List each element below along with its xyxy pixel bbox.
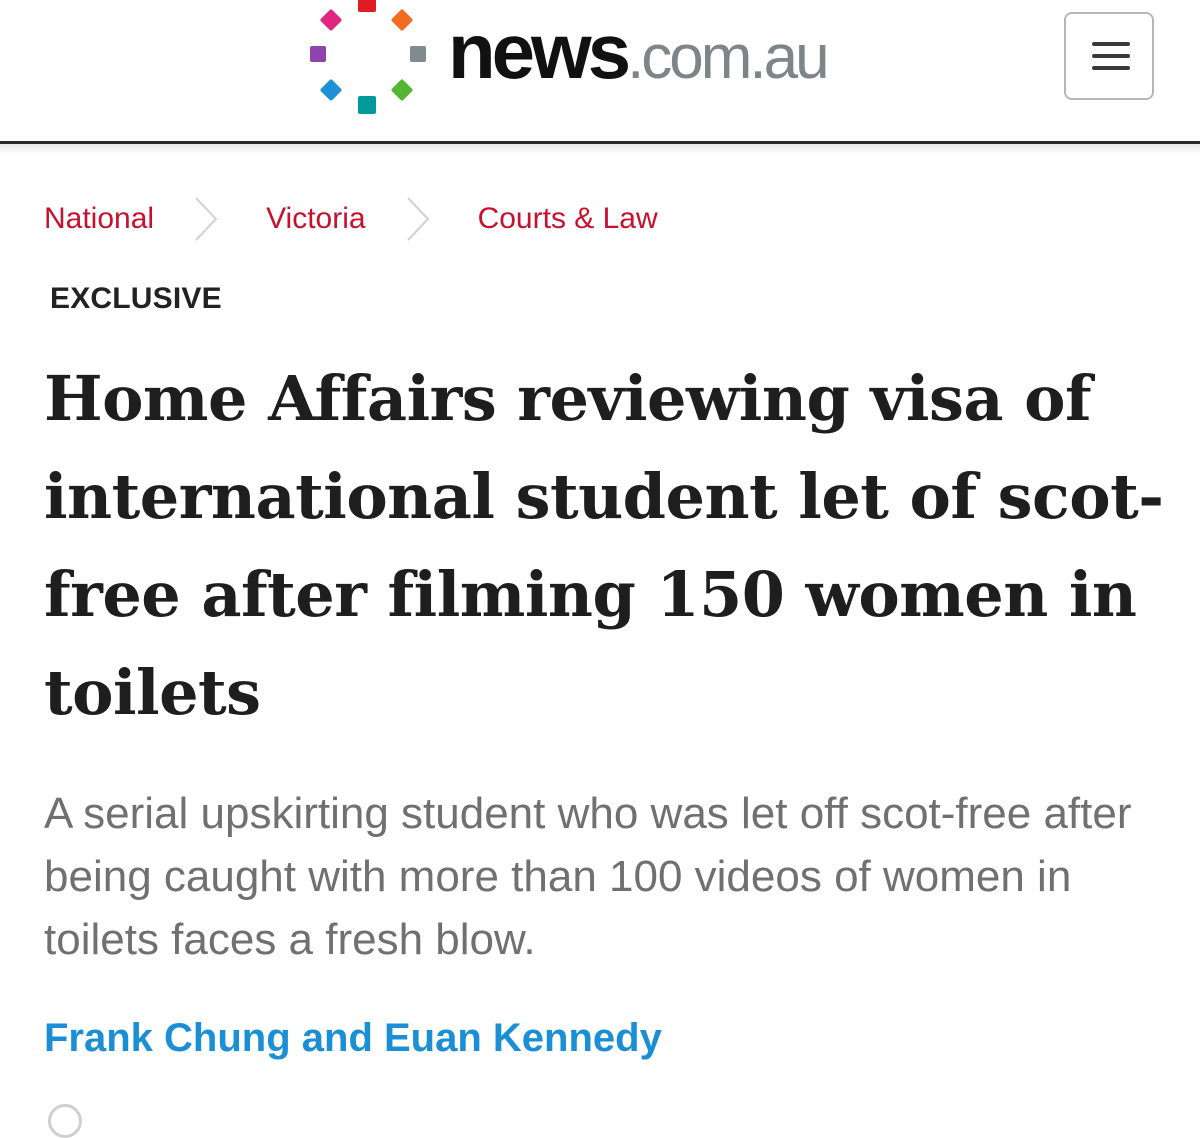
article-byline[interactable]: Frank Chung and Euan Kennedy [44, 1016, 662, 1060]
logo-domain-text: .com.au [627, 23, 830, 92]
breadcrumb: National Victoria Courts & Law [44, 192, 658, 246]
breadcrumb-courts-law[interactable]: Courts & Law [478, 204, 658, 234]
site-logo[interactable]: news.com.au [306, 0, 906, 120]
logo-dots-icon [310, 0, 426, 114]
chevron-right-icon [195, 197, 218, 241]
logo-wordmark: news.com.au [448, 12, 830, 92]
menu-button[interactable] [1064, 12, 1154, 100]
article-kicker: EXCLUSIVE [50, 282, 222, 315]
article-headline: Home Affairs reviewing visa of internati… [44, 362, 1164, 729]
logo-news-text: news [448, 7, 631, 95]
header-shadow [0, 144, 1200, 154]
breadcrumb-national[interactable]: National [44, 204, 154, 234]
article-standfirst: A serial upskirting student who was let … [44, 789, 1132, 964]
chevron-right-icon [406, 197, 429, 241]
site-header: news.com.au [0, 0, 1200, 142]
breadcrumb-victoria[interactable]: Victoria [266, 204, 366, 234]
author-avatar-partial [48, 1104, 82, 1138]
